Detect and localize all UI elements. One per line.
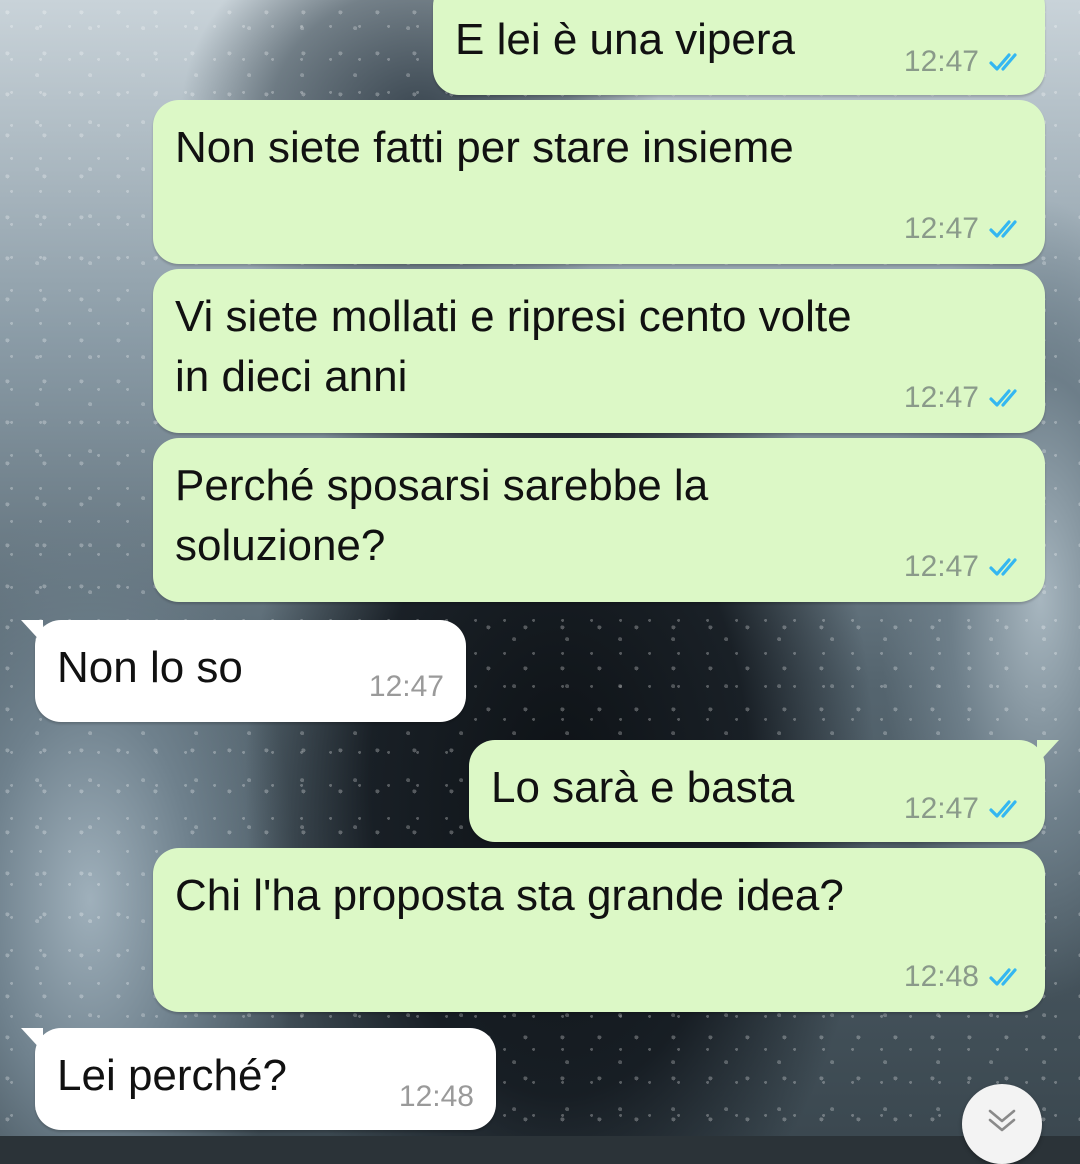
- message-time: 12:47: [903, 550, 979, 583]
- double-check-icon: [989, 53, 1017, 71]
- message-list[interactable]: E lei è una vipera 12:47 Non siete fatti…: [0, 0, 1080, 1136]
- message-text: Lo sarà e basta: [491, 763, 795, 812]
- double-check-icon: [989, 558, 1017, 576]
- message-time: 12:48: [903, 960, 979, 993]
- double-check-icon: [989, 389, 1017, 407]
- outgoing-message[interactable]: Lo sarà e basta 12:47: [469, 740, 1059, 842]
- bubble-tail: [21, 620, 43, 644]
- incoming-message[interactable]: Non lo so 12:47: [21, 620, 466, 722]
- message-text: Perché sposarsi sarebbe la soluzione?: [175, 461, 709, 570]
- double-check-icon: [989, 220, 1017, 238]
- double-check-icon: [989, 800, 1017, 818]
- outgoing-message[interactable]: Non siete fatti per stare insieme 12:47: [153, 100, 1045, 264]
- message-time: 12:47: [903, 381, 979, 414]
- message-time: 12:47: [903, 792, 979, 825]
- message-time: 12:47: [903, 212, 979, 245]
- message-time: 12:47: [368, 670, 444, 703]
- message-text: Vi siete mollati e ripresi cento volte i…: [175, 292, 852, 401]
- message-meta: 12:47: [904, 45, 1023, 79]
- message-meta: 12:48: [904, 960, 1023, 994]
- message-meta: 12:47: [904, 550, 1023, 584]
- message-text: Lei perché?: [57, 1051, 287, 1100]
- bubble-tail: [1037, 740, 1059, 764]
- outgoing-message[interactable]: E lei è una vipera 12:47: [433, 0, 1045, 95]
- message-time: 12:47: [903, 45, 979, 78]
- outgoing-message[interactable]: Perché sposarsi sarebbe la soluzione? 12…: [153, 438, 1045, 602]
- outgoing-message[interactable]: Chi l'ha proposta sta grande idea? 12:48: [153, 848, 1045, 1012]
- scroll-to-bottom-button[interactable]: [962, 1084, 1042, 1164]
- message-meta: 12:47: [369, 670, 444, 704]
- message-text: Non siete fatti per stare insieme: [175, 123, 794, 172]
- message-text: E lei è una vipera: [455, 15, 795, 64]
- message-meta: 12:47: [904, 381, 1023, 415]
- double-check-icon: [989, 968, 1017, 986]
- message-text: Chi l'ha proposta sta grande idea?: [175, 871, 844, 920]
- message-meta: 12:47: [904, 792, 1023, 826]
- message-text: Non lo so: [57, 643, 243, 692]
- outgoing-message[interactable]: Vi siete mollati e ripresi cento volte i…: [153, 269, 1045, 433]
- incoming-message[interactable]: Lei perché? 12:48: [21, 1028, 496, 1130]
- bubble-tail: [21, 1028, 43, 1052]
- double-chevron-down-icon: [988, 1109, 1016, 1132]
- message-meta: 12:48: [399, 1080, 474, 1114]
- message-time: 12:48: [398, 1080, 474, 1113]
- message-meta: 12:47: [904, 212, 1023, 246]
